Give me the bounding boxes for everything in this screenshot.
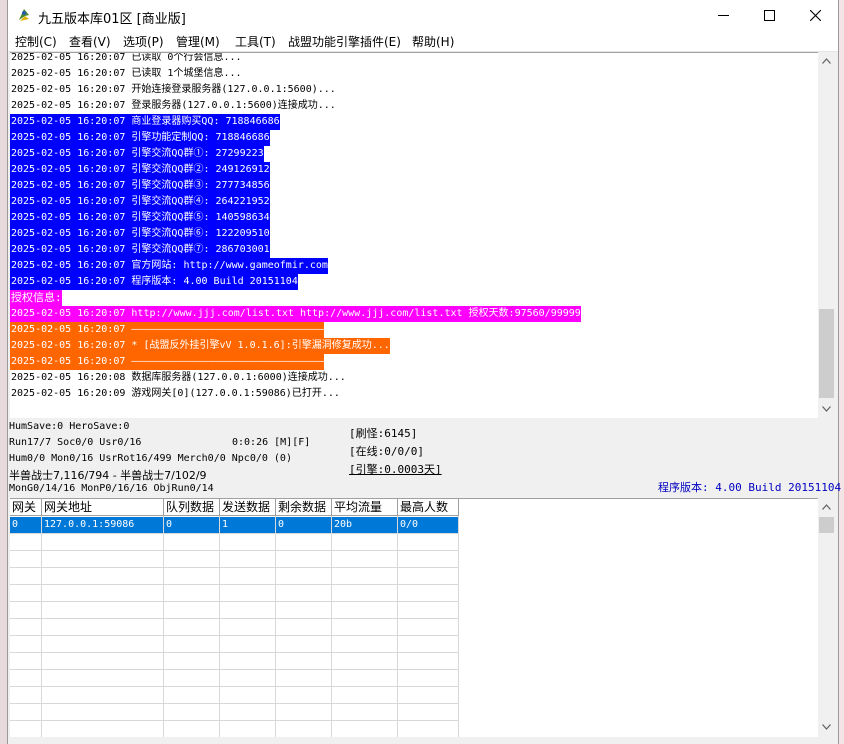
status-line3: Hum0/0 Mon0/16 UsrRot16/499 Merch0/0 Npc… (9, 453, 292, 464)
table-cell[interactable]: 0 (10, 517, 42, 533)
table-cell[interactable]: 20b (332, 517, 398, 533)
menu-view[interactable]: 查看(V) (69, 33, 111, 50)
grid-line (10, 652, 459, 653)
status-line4: 半兽战士7,116/794 - 半兽战士7/102/9 (9, 469, 207, 482)
maximize-button[interactable] (746, 0, 792, 31)
online-label: [在线:0/0/0] (349, 445, 424, 458)
main-window: 九五版本库01区 [商业版] 控制(C) 查看(V) 选项(P) 管理(M) 工… (7, 0, 842, 744)
minimize-button[interactable] (700, 0, 746, 31)
status-timer: 0:0:26 [M][F] (232, 437, 311, 448)
log-line: 2025-02-05 16:20:07 引擎交流QQ群⑦: 286703001 (10, 242, 270, 258)
table-scroll-up-icon[interactable] (818, 498, 835, 515)
log-line: 2025-02-05 16:20:07 引擎交流QQ群②: 249126912 (10, 162, 270, 178)
table-cell[interactable]: 0 (276, 517, 332, 533)
table-cell[interactable]: 0/0 (398, 517, 459, 533)
log-line: 2025-02-05 16:20:07 ————————————————————… (10, 322, 325, 338)
column-header[interactable]: 最高人数 (398, 499, 459, 516)
table-cell[interactable]: 127.0.0.1:59086 (42, 517, 164, 533)
log-line: 2025-02-05 16:20:07 http://www.jjj.com/l… (10, 306, 581, 322)
menu-options[interactable]: 选项(P) (123, 33, 164, 50)
log-line: 2025-02-05 16:20:07 ————————————————————… (10, 354, 325, 370)
menu-manage[interactable]: 管理(M) (176, 33, 220, 50)
table-cell[interactable]: 0 (164, 517, 220, 533)
grid-line (275, 516, 276, 737)
table-scroll-down-icon[interactable] (818, 718, 835, 735)
grid-line (10, 550, 459, 551)
grid-line (10, 703, 459, 704)
column-header[interactable]: 发送数据 (220, 499, 276, 516)
log-scrollbar[interactable] (818, 52, 835, 417)
version-label: 程序版本: 4.00 Build 20151104 (658, 481, 842, 494)
grid-line (10, 584, 459, 585)
log-line: 2025-02-05 16:20:09 游戏网关[0](127.0.0.1:59… (11, 388, 340, 399)
grid-line (10, 618, 459, 619)
log-line: 2025-02-05 16:20:08 数据库服务器(127.0.0.1:600… (11, 372, 346, 383)
refresh-label: [刷怪:6145] (349, 427, 418, 440)
log-line: 2025-02-05 16:20:07 引擎交流QQ群③: 277734856 (10, 178, 270, 194)
grid-line (10, 533, 459, 534)
grid-line (10, 720, 459, 721)
log-scroll-thumb[interactable] (819, 309, 834, 398)
menu-help[interactable]: 帮助(H) (412, 33, 454, 50)
status-line2: Run17/7 Soc0/0 Usr0/16 (9, 437, 142, 448)
minimize-icon (717, 15, 729, 16)
log-line: 2025-02-05 16:20:07 引擎交流QQ群④: 264221952 (10, 194, 270, 210)
gateway-table[interactable]: 网关 网关地址 队列数据 发送数据 剩余数据 平均流量 最高人数 0 127.0.0.1:590… (10, 498, 818, 737)
window-title: 九五版本库01区 [商业版] (38, 12, 186, 27)
table-scrollbar[interactable] (818, 498, 835, 736)
title-bar[interactable]: 九五版本库01区 [商业版] (8, 0, 838, 31)
engine-label[interactable]: [引擎:0.0003天] (349, 461, 442, 477)
log-line: 2025-02-05 16:20:07 开始连接登录服务器(127.0.0.1:… (11, 84, 336, 95)
menu-tools[interactable]: 工具(T) (235, 33, 276, 50)
grid-line (397, 516, 398, 737)
scroll-down-icon[interactable] (818, 400, 835, 417)
menu-plugin[interactable]: 战盟功能引擎插件(E) (288, 33, 401, 50)
table-cell[interactable]: 1 (220, 517, 276, 533)
log-line: 2025-02-05 16:20:07 引擎交流QQ群⑥: 122209510 (10, 226, 270, 242)
status-line5: MonG0/14/16 MonP0/16/16 ObjRun0/14 (9, 483, 214, 494)
log-line: 2025-02-05 16:20:07 商业登录器购买QQ: 718846686 (10, 114, 280, 130)
grid-line (10, 601, 459, 602)
log-line: 2025-02-05 16:20:07 引擎功能定制QQ: 718846686 (10, 130, 270, 146)
grid-line (458, 516, 459, 737)
grid-line (219, 516, 220, 737)
column-header[interactable]: 剩余数据 (276, 499, 332, 516)
grid-line (163, 516, 164, 737)
status-panel: HumSave:0 HeroSave:0 Run17/7 Soc0/0 Usr0… (8, 420, 842, 497)
table-scroll-thumb[interactable] (819, 517, 834, 533)
log-line: 2025-02-05 16:20:07 引擎交流QQ群⑤: 140598634 (10, 210, 270, 226)
scroll-up-icon[interactable] (818, 52, 835, 69)
grid-line (10, 669, 459, 670)
grid-line (10, 567, 459, 568)
log-panel[interactable]: 2025-02-05 16:20:07 已读取 0个行会信息... 2025-02… (10, 52, 818, 418)
column-header[interactable]: 网关 (10, 499, 42, 516)
grid-line (41, 516, 42, 737)
grid-line (331, 516, 332, 737)
grid-line (10, 686, 459, 687)
close-icon (809, 10, 821, 21)
log-line: 2025-02-05 16:20:07 登录服务器(127.0.0.1:5600… (11, 100, 336, 111)
log-line: 2025-02-05 16:20:07 已读取 0个行会信息... (11, 52, 242, 63)
column-header[interactable]: 队列数据 (164, 499, 220, 516)
menu-bar: 控制(C) 查看(V) 选项(P) 管理(M) 工具(T) 战盟功能引擎插件(E… (8, 31, 838, 52)
menu-control[interactable]: 控制(C) (15, 33, 57, 50)
close-button[interactable] (792, 0, 838, 31)
maximize-icon (763, 10, 775, 21)
log-line: 2025-02-05 16:20:07 * [战盟反外挂引擎vV 1.0.1.6… (10, 338, 390, 354)
log-line: 2025-02-05 16:20:07 官方网站: http://www.gam… (10, 258, 328, 274)
app-icon (19, 9, 29, 21)
status-line1: HumSave:0 HeroSave:0 (9, 421, 130, 432)
log-line: 2025-02-05 16:20:07 引擎交流QQ群①: 27299223 (10, 146, 264, 162)
log-line: 2025-02-05 16:20:07 已读取 1个城堡信息... (11, 68, 242, 79)
grid-line (10, 635, 459, 636)
column-header[interactable]: 网关地址 (42, 499, 164, 516)
log-line: 2025-02-05 16:20:07 程序版本: 4.00 Build 201… (10, 274, 298, 290)
column-header[interactable]: 平均流量 (332, 499, 398, 516)
log-line: 授权信息: (10, 290, 62, 306)
